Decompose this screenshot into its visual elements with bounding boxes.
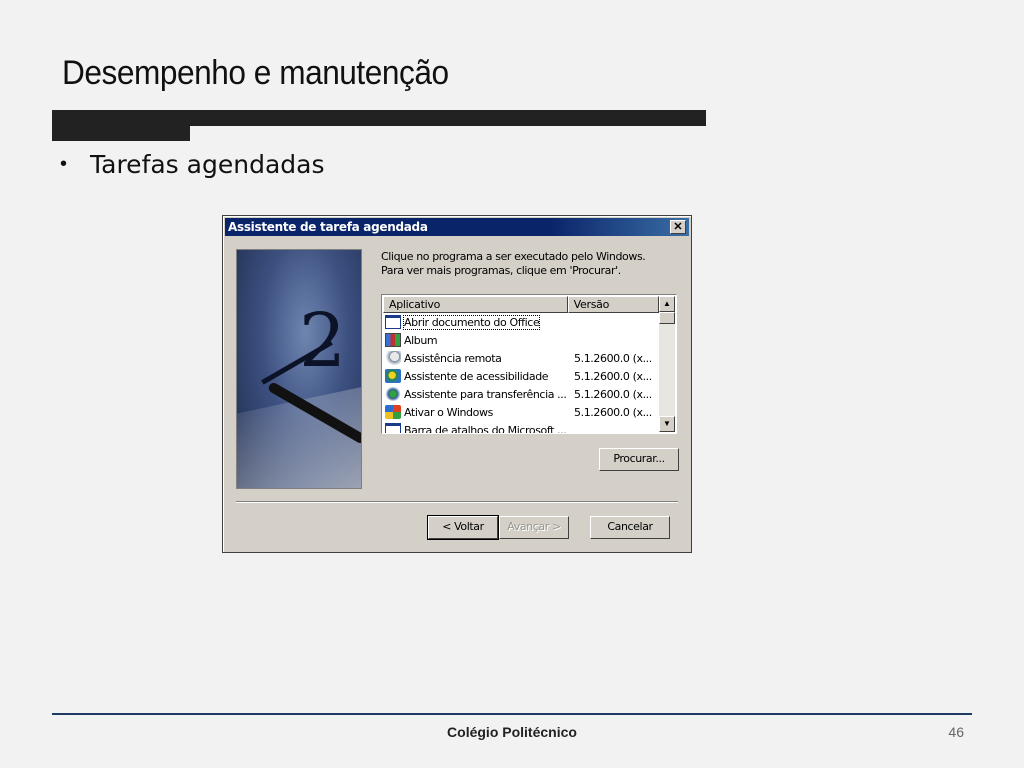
list-item[interactable]: Abrir documento do Office <box>383 313 659 331</box>
title-underline-tab <box>52 126 190 141</box>
accessibility-icon <box>385 369 401 383</box>
clock-numeral-shape: 2 <box>299 298 347 384</box>
office-document-icon <box>385 315 401 329</box>
next-button[interactable]: Avançar > <box>499 516 569 539</box>
list-item-name: Abrir documento do Office <box>402 314 541 330</box>
browse-button[interactable]: Procurar... <box>599 448 679 471</box>
vertical-scrollbar[interactable]: ▲ ▼ <box>659 296 675 432</box>
dialog-separator <box>236 501 678 503</box>
footer-institution: Colégio Politécnico <box>447 724 577 740</box>
list-item[interactable]: Assistente de acessibilidade 5.1.2600.0 … <box>383 367 659 385</box>
bullet-dot-icon: • <box>60 153 68 175</box>
dialog-title: Assistente de tarefa agendada <box>228 220 428 234</box>
remote-assistance-icon <box>385 351 401 365</box>
title-underline-bar <box>52 110 706 126</box>
album-icon <box>385 333 401 347</box>
scroll-down-icon[interactable]: ▼ <box>659 416 675 432</box>
shortcut-bar-icon <box>385 423 401 433</box>
activate-windows-icon <box>385 405 401 419</box>
list-item-name: Ativar o Windows <box>404 405 493 419</box>
transfer-wizard-icon <box>385 387 401 401</box>
wizard-clock-pen-image: 2 <box>236 249 362 489</box>
list-item[interactable]: Album <box>383 331 659 349</box>
list-rows: Abrir documento do Office Album Assistên… <box>383 313 659 433</box>
list-item-version: 5.1.2600.0 (x... <box>574 387 652 401</box>
column-header-app[interactable]: Aplicativo <box>383 296 568 313</box>
list-item-version: 5.1.2600.0 (x... <box>574 369 652 383</box>
slide-title: Desempenho e manutenção <box>62 54 449 92</box>
list-item-version: 5.1.2600.0 (x... <box>574 405 652 419</box>
footer-divider <box>52 713 972 715</box>
list-header: Aplicativo Versão <box>383 296 659 313</box>
list-item[interactable]: Assistente para transferência ... 5.1.26… <box>383 385 659 403</box>
column-header-version[interactable]: Versão <box>567 296 659 313</box>
dialog-titlebar[interactable]: Assistente de tarefa agendada ✕ <box>225 218 689 236</box>
scroll-up-icon[interactable]: ▲ <box>659 296 675 312</box>
bullet-text: Tarefas agendadas <box>90 150 325 179</box>
close-button[interactable]: ✕ <box>670 220 686 234</box>
cancel-button[interactable]: Cancelar <box>590 516 670 539</box>
instructions-line-1: Clique no programa a ser executado pelo … <box>381 250 646 263</box>
instructions-line-2: Para ver mais programas, clique em 'Proc… <box>381 264 621 277</box>
program-list[interactable]: Aplicativo Versão Abrir documento do Off… <box>381 294 677 434</box>
list-item-version: 5.1.2600.0 (x... <box>574 351 652 365</box>
list-item[interactable]: Assistência remota 5.1.2600.0 (x... <box>383 349 659 367</box>
back-button[interactable]: < Voltar <box>427 515 499 540</box>
list-item-name: Assistente de acessibilidade <box>404 369 549 383</box>
bullet-item: • Tarefas agendadas <box>60 150 324 179</box>
list-item-name: Assistente para transferência ... <box>404 387 567 401</box>
list-item-name: Album <box>404 333 438 347</box>
list-item[interactable]: Barra de atalhos do Microsoft ... <box>383 421 659 433</box>
instructions: Clique no programa a ser executado pelo … <box>381 250 646 278</box>
scroll-thumb[interactable] <box>659 312 675 324</box>
list-item-name: Assistência remota <box>404 351 502 365</box>
list-item[interactable]: Ativar o Windows 5.1.2600.0 (x... <box>383 403 659 421</box>
page-number: 46 <box>948 724 964 740</box>
list-item-name: Barra de atalhos do Microsoft ... <box>404 423 567 434</box>
scheduled-task-wizard-dialog: Assistente de tarefa agendada ✕ 2 Clique… <box>222 215 692 553</box>
